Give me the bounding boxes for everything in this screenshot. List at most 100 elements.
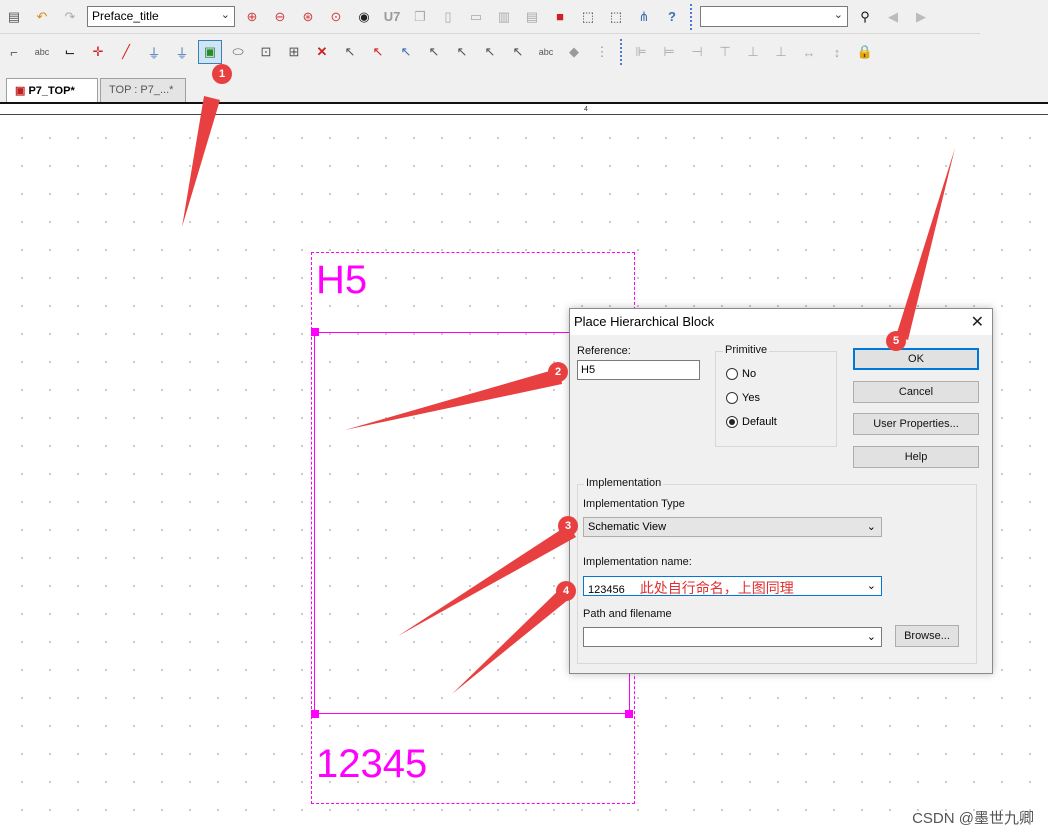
path-filename-combo[interactable]: ⌄ xyxy=(583,627,882,647)
toolbar-separator xyxy=(690,3,693,30)
toolbar-area: ▤ ↶ ↷ Preface_title ⌄ ⊕ ⊖ ⊛ ⊙ ◉ U7 ❐ ▯ ▭… xyxy=(0,0,1048,72)
pointer1-icon[interactable]: ↖ xyxy=(338,40,362,64)
page-small-icon[interactable]: ▤ xyxy=(520,5,544,29)
align-right-icon[interactable]: ⊣ xyxy=(685,40,709,64)
annotation-badge-1: 1 xyxy=(212,64,232,84)
ground-icon[interactable]: ⏚ xyxy=(170,40,194,64)
zoom-all-icon[interactable]: ⊙ xyxy=(324,5,348,29)
redo-icon[interactable]: ↷ xyxy=(58,5,82,29)
pointer2-icon[interactable]: ↖ xyxy=(366,40,390,64)
power-icon[interactable]: ⏚ xyxy=(142,40,166,64)
part-combo-value: Preface_title xyxy=(92,9,159,23)
path-filename-label: Path and filename xyxy=(583,608,672,620)
radio-label: Yes xyxy=(742,392,760,404)
annotation-badge-5: 5 xyxy=(886,331,906,351)
align-center-icon[interactable]: ⊨ xyxy=(657,40,681,64)
ok-button[interactable]: OK xyxy=(853,348,979,370)
resize-handle[interactable] xyxy=(311,710,319,718)
implementation-name-combo[interactable]: 123456 此处自行命名，上图同理 ⌄ xyxy=(583,576,882,596)
eye-icon[interactable]: ◉ xyxy=(352,5,376,29)
reference-input[interactable]: H5 xyxy=(577,360,700,380)
annotation-badge-2: 2 xyxy=(548,362,568,382)
wire-bus-icon[interactable]: ⌐ xyxy=(2,40,26,64)
port-icon[interactable]: ⬭ xyxy=(226,40,250,64)
resize-handle[interactable] xyxy=(625,710,633,718)
chevron-down-icon: ⌄ xyxy=(833,9,843,21)
pin-icon[interactable]: ⊡ xyxy=(254,40,278,64)
lock-icon[interactable]: 🔒 xyxy=(853,40,877,64)
red-square-icon[interactable]: ■ xyxy=(548,5,572,29)
tab-p7-top[interactable]: ▣ P7_TOP* xyxy=(6,78,98,102)
pointer7-icon[interactable]: ↖ xyxy=(506,40,530,64)
resize-handle[interactable] xyxy=(311,328,319,336)
bus-entry-icon[interactable]: ⋮ xyxy=(590,40,614,64)
annotation-badge-4: 4 xyxy=(556,581,576,601)
reference-label: Reference: xyxy=(577,345,631,357)
align-bottom-icon[interactable]: ⊥ xyxy=(769,40,793,64)
align-left-icon[interactable]: ⊫ xyxy=(629,40,653,64)
pointer3-icon[interactable]: ↖ xyxy=(394,40,418,64)
find-next-icon[interactable]: ▶ xyxy=(909,5,933,29)
annotation-note: 此处自行命名，上图同理 xyxy=(639,580,794,596)
pointer6-icon[interactable]: ↖ xyxy=(478,40,502,64)
primitive-radio-default[interactable]: Default xyxy=(726,416,777,428)
off-page-icon[interactable]: ⊞ xyxy=(282,40,306,64)
delete-icon[interactable]: ✕ xyxy=(310,40,334,64)
zoom-in-icon[interactable]: ⊕ xyxy=(240,5,264,29)
implementation-type-label: Implementation Type xyxy=(583,498,685,510)
primitive-label: Primitive xyxy=(723,344,770,356)
zoom-out-icon[interactable]: ⊖ xyxy=(268,5,292,29)
junction-icon[interactable]: ✛ xyxy=(86,40,110,64)
tab-top-p7[interactable]: TOP : P7_...* xyxy=(100,78,186,102)
net-alias-icon[interactable]: abc xyxy=(30,40,54,64)
toolbar-separator xyxy=(620,39,623,65)
ruler-mark: 4 xyxy=(584,106,588,113)
align-middle-icon[interactable]: ⊥ xyxy=(741,40,765,64)
close-icon[interactable]: ✕ xyxy=(971,312,984,332)
no-connect-icon[interactable]: ╱ xyxy=(114,40,138,64)
annotation-badge-3: 3 xyxy=(558,516,578,536)
primitive-radio-yes[interactable]: Yes xyxy=(726,392,760,404)
copy-page-icon[interactable]: ❐ xyxy=(408,5,432,29)
dialog-titlebar: Place Hierarchical Block ✕ xyxy=(570,309,992,335)
implementation-type-select[interactable]: Schematic View ⌄ xyxy=(583,517,882,537)
radio-icon xyxy=(726,368,738,380)
part-combo[interactable]: Preface_title ⌄ xyxy=(87,6,235,27)
pointer5-icon[interactable]: ↖ xyxy=(450,40,474,64)
select-more-icon[interactable]: ⬚ xyxy=(604,5,628,29)
diamond-icon[interactable]: ◆ xyxy=(562,40,586,64)
wire-icon[interactable]: ⌙ xyxy=(58,40,82,64)
paste-icon[interactable]: ▤ xyxy=(2,5,26,29)
tree-icon[interactable]: ⋔ xyxy=(632,5,656,29)
distribute-h-icon[interactable]: ↔ xyxy=(797,40,821,64)
block-reference-text[interactable]: H5 xyxy=(316,258,367,303)
help-button[interactable]: Help xyxy=(853,446,979,468)
page-icon[interactable]: ▭ xyxy=(464,5,488,29)
hierarchical-block-icon[interactable]: ▣ xyxy=(198,40,222,64)
implementation-name-value: 123456 xyxy=(588,584,625,596)
binoculars-icon[interactable]: ⚲ xyxy=(853,5,877,29)
u7-icon[interactable]: U7 xyxy=(380,5,404,29)
watermark: CSDN @墨世九卿 xyxy=(912,810,1034,827)
chevron-down-icon: ⌄ xyxy=(866,631,876,643)
new-page-icon[interactable]: ▯ xyxy=(436,5,460,29)
find-prev-icon[interactable]: ◀ xyxy=(881,5,905,29)
undo-icon[interactable]: ↶ xyxy=(30,5,54,29)
zoom-area-icon[interactable]: ⊛ xyxy=(296,5,320,29)
text-add-icon[interactable]: abc xyxy=(534,40,558,64)
pages-icon[interactable]: ▥ xyxy=(492,5,516,29)
document-tabbar: ▣ P7_TOP* TOP : P7_...* xyxy=(0,72,1048,104)
select-area-icon[interactable]: ⬚ xyxy=(576,5,600,29)
align-top-icon[interactable]: ⊤ xyxy=(713,40,737,64)
distribute-v-icon[interactable]: ↕ xyxy=(825,40,849,64)
help-icon[interactable]: ? xyxy=(660,5,684,29)
page-border-line xyxy=(0,114,1048,115)
user-properties-button[interactable]: User Properties... xyxy=(853,413,979,435)
primitive-radio-no[interactable]: No xyxy=(726,368,756,380)
pointer4-icon[interactable]: ↖ xyxy=(422,40,446,64)
search-combo[interactable]: ⌄ xyxy=(700,6,848,27)
block-implementation-text[interactable]: 12345 xyxy=(316,742,427,787)
chevron-down-icon: ⌄ xyxy=(866,521,876,533)
browse-button[interactable]: Browse... xyxy=(895,625,959,647)
cancel-button[interactable]: Cancel xyxy=(853,381,979,403)
